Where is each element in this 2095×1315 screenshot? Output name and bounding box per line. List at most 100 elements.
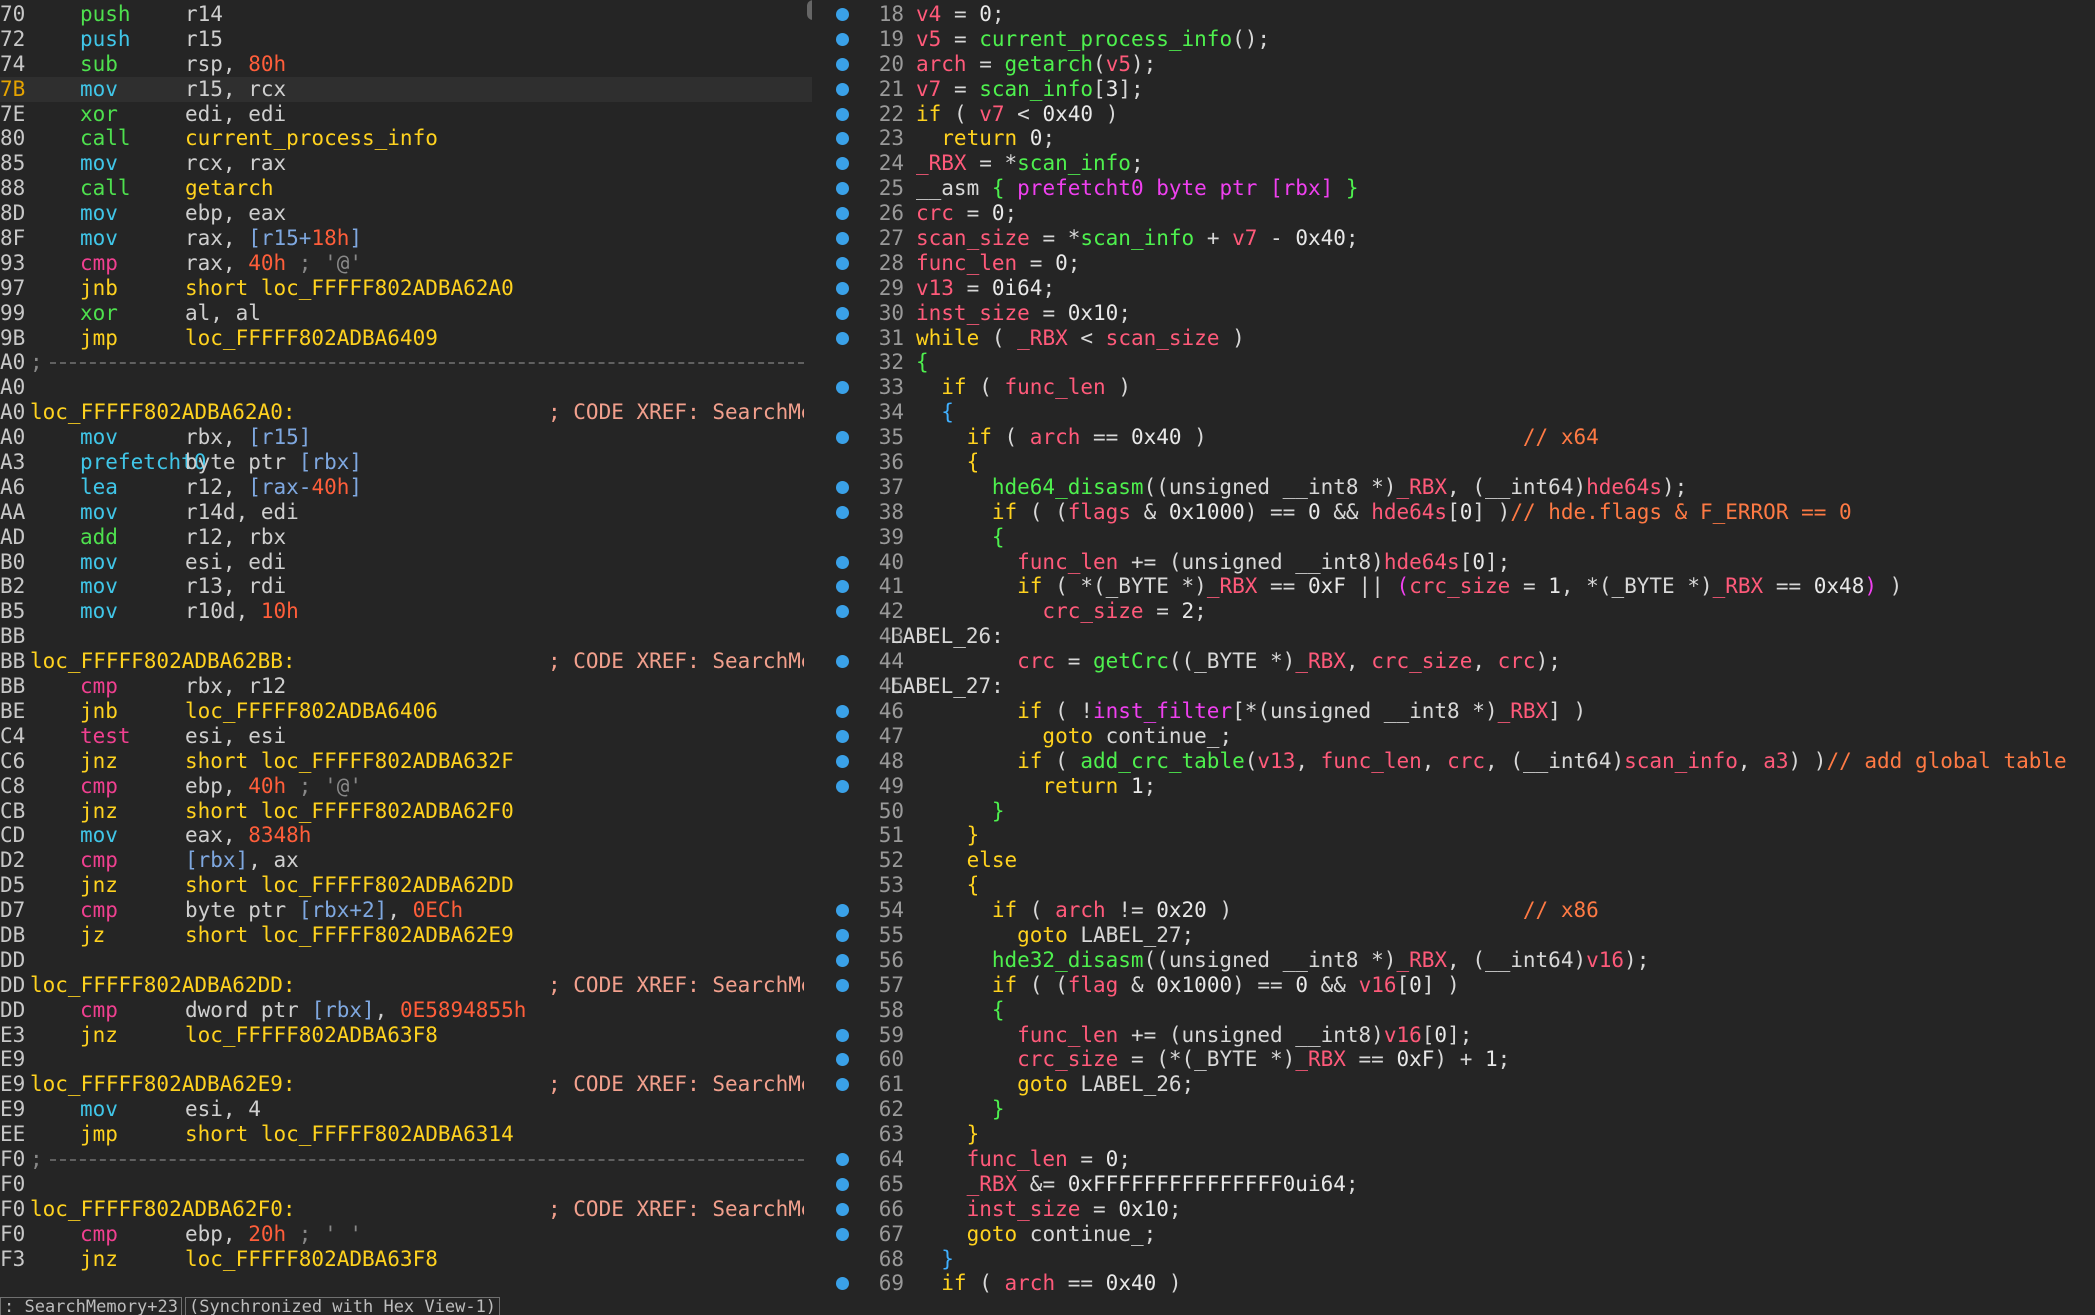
- disasm-line[interactable]: E9: [0, 1047, 812, 1072]
- disasm-line[interactable]: C4 test esi, esi: [0, 724, 812, 749]
- operands[interactable]: ebp, 20h ; ' ': [185, 1222, 362, 1247]
- operands[interactable]: current_process_info: [185, 126, 438, 151]
- code-text[interactable]: v7 = scan_info[3];: [916, 77, 1144, 102]
- pseudocode-view[interactable]: 18 v4 = 0; 19 v5 = current_process_info(); 2…: [820, 0, 2095, 1315]
- pseudocode-line[interactable]: 38 if ( (flags & 0x1000) == 0 && hde64s[…: [820, 500, 2095, 525]
- pseudocode-line[interactable]: 41 if ( *(_BYTE *)_RBX == 0xF || (crc_si…: [820, 574, 2095, 599]
- pseudocode-line[interactable]: 66 inst_size = 0x10;: [820, 1197, 2095, 1222]
- pseudocode-line[interactable]: 49 return 1;: [820, 774, 2095, 799]
- breakpoint-dot-icon[interactable]: [836, 1028, 849, 1042]
- disasm-line[interactable]: 8D mov ebp, eax: [0, 201, 812, 226]
- disasm-line[interactable]: DB jz short loc_FFFFF802ADBA62E9: [0, 923, 812, 948]
- pseudocode-line[interactable]: 50 }: [820, 799, 2095, 824]
- disasm-line[interactable]: AA mov r14d, edi: [0, 500, 812, 525]
- scrollbar-thumb[interactable]: [807, 0, 812, 20]
- code-text[interactable]: crc_size = (*(_BYTE *)_RBX == 0xF) + 1;: [916, 1047, 1510, 1072]
- pseudocode-line[interactable]: 64 func_len = 0;: [820, 1147, 2095, 1172]
- disasm-line[interactable]: B0 mov esi, edi: [0, 550, 812, 575]
- pseudocode-line[interactable]: 45 LABEL_27:: [820, 674, 2095, 699]
- code-text[interactable]: crc = getCrc((_BYTE *)_RBX, crc_size, cr…: [916, 649, 1561, 674]
- operands[interactable]: byte ptr [rbx+2], 0ECh: [185, 898, 463, 923]
- pseudocode-line[interactable]: 33 if ( func_len ): [820, 375, 2095, 400]
- disasm-line[interactable]: BB loc_FFFFF802ADBA62BB: ; CODE XREF: Sear…: [0, 649, 812, 674]
- disasm-line[interactable]: CB jnz short loc_FFFFF802ADBA62F0: [0, 799, 812, 824]
- pseudocode-line[interactable]: 65 _RBX &= 0xFFFFFFFFFFFFFFF0ui64;: [820, 1172, 2095, 1197]
- pseudocode-line[interactable]: 59 func_len += (unsigned __int8)v16[0];: [820, 1023, 2095, 1048]
- operands[interactable]: [rbx], ax: [185, 848, 299, 873]
- code-text[interactable]: if ( arch != 0x20 ) // x86: [916, 898, 1599, 923]
- disasm-line[interactable]: E9 loc_FFFFF802ADBA62E9: ; CODE XREF: Sear…: [0, 1072, 812, 1097]
- operands[interactable]: r14d, edi: [185, 500, 299, 525]
- disasm-line[interactable]: 88 call getarch: [0, 176, 812, 201]
- disasm-line[interactable]: A0;: [0, 350, 812, 375]
- code-text[interactable]: }: [916, 1122, 980, 1147]
- operands[interactable]: short loc_FFFFF802ADBA6314: [185, 1122, 514, 1147]
- operands[interactable]: loc_FFFFF802ADBA63F8: [185, 1023, 438, 1048]
- code-text[interactable]: if ( add_crc_table(v13, func_len, crc, (…: [916, 749, 2067, 774]
- breakpoint-dot-icon[interactable]: [836, 1277, 849, 1291]
- code-text[interactable]: v5 = current_process_info();: [916, 27, 1270, 52]
- pseudocode-line[interactable]: 51 }: [820, 823, 2095, 848]
- operands[interactable]: rbx, r12: [185, 674, 286, 699]
- operands[interactable]: rax, [r15+18h]: [185, 226, 362, 251]
- operands[interactable]: rcx, rax: [185, 151, 286, 176]
- disasm-line[interactable]: 80 call current_process_info: [0, 126, 812, 151]
- pseudocode-line[interactable]: 69 if ( arch == 0x40 ): [820, 1271, 2095, 1296]
- disasm-line[interactable]: AD add r12, rbx: [0, 525, 812, 550]
- code-text[interactable]: _RBX = *scan_info;: [916, 151, 1144, 176]
- breakpoint-dot-icon[interactable]: [836, 1078, 849, 1092]
- code-text[interactable]: if ( *(_BYTE *)_RBX == 0xF || (crc_size …: [916, 574, 1902, 599]
- operands[interactable]: short loc_FFFFF802ADBA62F0: [185, 799, 514, 824]
- operands[interactable]: loc_FFFFF802ADBA6409: [185, 326, 438, 351]
- breakpoint-dot-icon[interactable]: [836, 1152, 849, 1166]
- operands[interactable]: r14: [185, 2, 223, 27]
- operands[interactable]: r12, rbx: [185, 525, 286, 550]
- code-text[interactable]: if ( (flag & 0x1000) == 0 && v16[0] ): [916, 973, 1460, 998]
- pseudocode-line[interactable]: 18 v4 = 0;: [820, 2, 2095, 27]
- code-text[interactable]: func_len = 0;: [916, 251, 1080, 276]
- operands[interactable]: short loc_FFFFF802ADBA632F: [185, 749, 514, 774]
- code-text[interactable]: goto continue_;: [916, 724, 1232, 749]
- pseudocode-line[interactable]: 68 }: [820, 1247, 2095, 1272]
- breakpoint-dot-icon[interactable]: [836, 1053, 849, 1067]
- code-xref[interactable]: ; CODE XREF: SearchMemory: [548, 1197, 804, 1222]
- breakpoint-dot-icon[interactable]: [836, 431, 849, 445]
- code-text[interactable]: if ( v7 < 0x40 ): [916, 102, 1118, 127]
- pseudocode-line[interactable]: 25 __asm { prefetcht0 byte ptr [rbx] }: [820, 176, 2095, 201]
- code-label[interactable]: LABEL_27:: [890, 674, 1004, 699]
- code-label[interactable]: loc_FFFFF802ADBA62A0:: [30, 400, 296, 425]
- code-xref[interactable]: ; CODE XREF: SearchMemory: [548, 400, 804, 425]
- pseudocode-line[interactable]: 36 {: [820, 450, 2095, 475]
- disasm-line[interactable]: A0 loc_FFFFF802ADBA62A0: ; CODE XREF: Sear…: [0, 400, 812, 425]
- pseudocode-line[interactable]: 57 if ( (flag & 0x1000) == 0 && v16[0] ): [820, 973, 2095, 998]
- operands[interactable]: esi, 4: [185, 1097, 261, 1122]
- pseudocode-line[interactable]: 44 crc = getCrc((_BYTE *)_RBX, crc_size,…: [820, 649, 2095, 674]
- code-text[interactable]: crc_size = 2;: [916, 599, 1206, 624]
- pseudocode-line[interactable]: 39 {: [820, 525, 2095, 550]
- disasm-line[interactable]: 93 cmp rax, 40h ; '@': [0, 251, 812, 276]
- pseudocode-line[interactable]: 48 if ( add_crc_table(v13, func_len, crc…: [820, 749, 2095, 774]
- disasm-line[interactable]: C8 cmp ebp, 40h ; '@': [0, 774, 812, 799]
- disasm-line[interactable]: DD loc_FFFFF802ADBA62DD: ; CODE XREF: Sear…: [0, 973, 812, 998]
- disasm-line[interactable]: A6 lea r12, [rax-40h]: [0, 475, 812, 500]
- code-text[interactable]: {: [916, 525, 1005, 550]
- pseudocode-line[interactable]: 19 v5 = current_process_info();: [820, 27, 2095, 52]
- operands[interactable]: ebp, eax: [185, 201, 286, 226]
- breakpoint-dot-icon[interactable]: [836, 480, 849, 494]
- code-text[interactable]: {: [916, 450, 980, 475]
- disasm-line[interactable]: BE jnb loc_FFFFF802ADBA6406: [0, 699, 812, 724]
- operands[interactable]: loc_FFFFF802ADBA6406: [185, 699, 438, 724]
- disasm-line[interactable]: 99 xor al, al: [0, 301, 812, 326]
- breakpoint-dot-icon[interactable]: [836, 928, 849, 942]
- breakpoint-dot-icon[interactable]: [836, 729, 849, 743]
- disasm-line[interactable]: A3 prefetcht0 byte ptr [rbx]: [0, 450, 812, 475]
- code-text[interactable]: }: [916, 823, 980, 848]
- code-text[interactable]: if ( !inst_filter[*(unsigned __int8 *)_R…: [916, 699, 1586, 724]
- pseudocode-line[interactable]: 67 goto continue_;: [820, 1222, 2095, 1247]
- disasm-line[interactable]: CD mov eax, 8348h: [0, 823, 812, 848]
- pseudocode-line[interactable]: 24 _RBX = *scan_info;: [820, 151, 2095, 176]
- code-text[interactable]: return 1;: [916, 774, 1156, 799]
- operands[interactable]: edi, edi: [185, 102, 286, 127]
- code-xref[interactable]: ; CODE XREF: SearchMemory: [548, 649, 804, 674]
- breakpoint-dot-icon[interactable]: [836, 331, 849, 345]
